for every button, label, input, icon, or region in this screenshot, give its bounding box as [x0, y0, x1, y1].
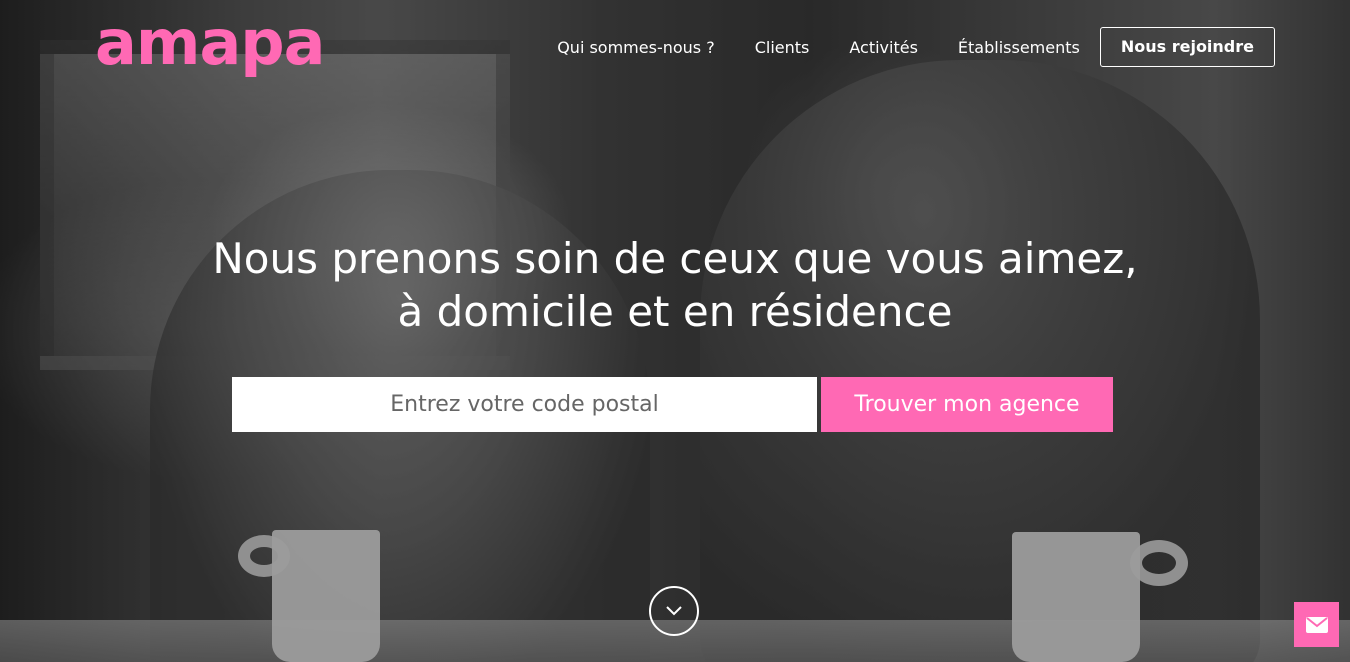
hero-headline-line2: à domicile et en résidence — [397, 287, 953, 336]
chevron-down-icon — [666, 606, 682, 616]
envelope-icon — [1305, 616, 1328, 633]
join-us-button[interactable]: Nous rejoindre — [1099, 27, 1275, 67]
find-agency-button[interactable]: Trouver mon agence — [821, 377, 1113, 432]
nav-link-qui-sommes-nous[interactable]: Qui sommes-nous ? — [557, 38, 715, 57]
nav-link-clients[interactable]: Clients — [755, 38, 810, 57]
postal-code-search: Trouver mon agence — [232, 377, 1113, 432]
nav-link-activites[interactable]: Activités — [849, 38, 918, 57]
nav-link-etablissements[interactable]: Établissements — [958, 38, 1080, 57]
hero-headline-line1: Nous prenons soin de ceux que vous aimez… — [212, 234, 1138, 283]
main-nav: Qui sommes-nous ? Clients Activités Étab… — [557, 27, 1275, 67]
postal-code-input[interactable] — [232, 377, 817, 432]
scroll-down-button[interactable] — [649, 586, 699, 636]
brand-logo[interactable]: amapa — [95, 8, 325, 78]
contact-button[interactable] — [1294, 602, 1339, 647]
hero-headline: Nous prenons soin de ceux que vous aimez… — [0, 232, 1350, 338]
